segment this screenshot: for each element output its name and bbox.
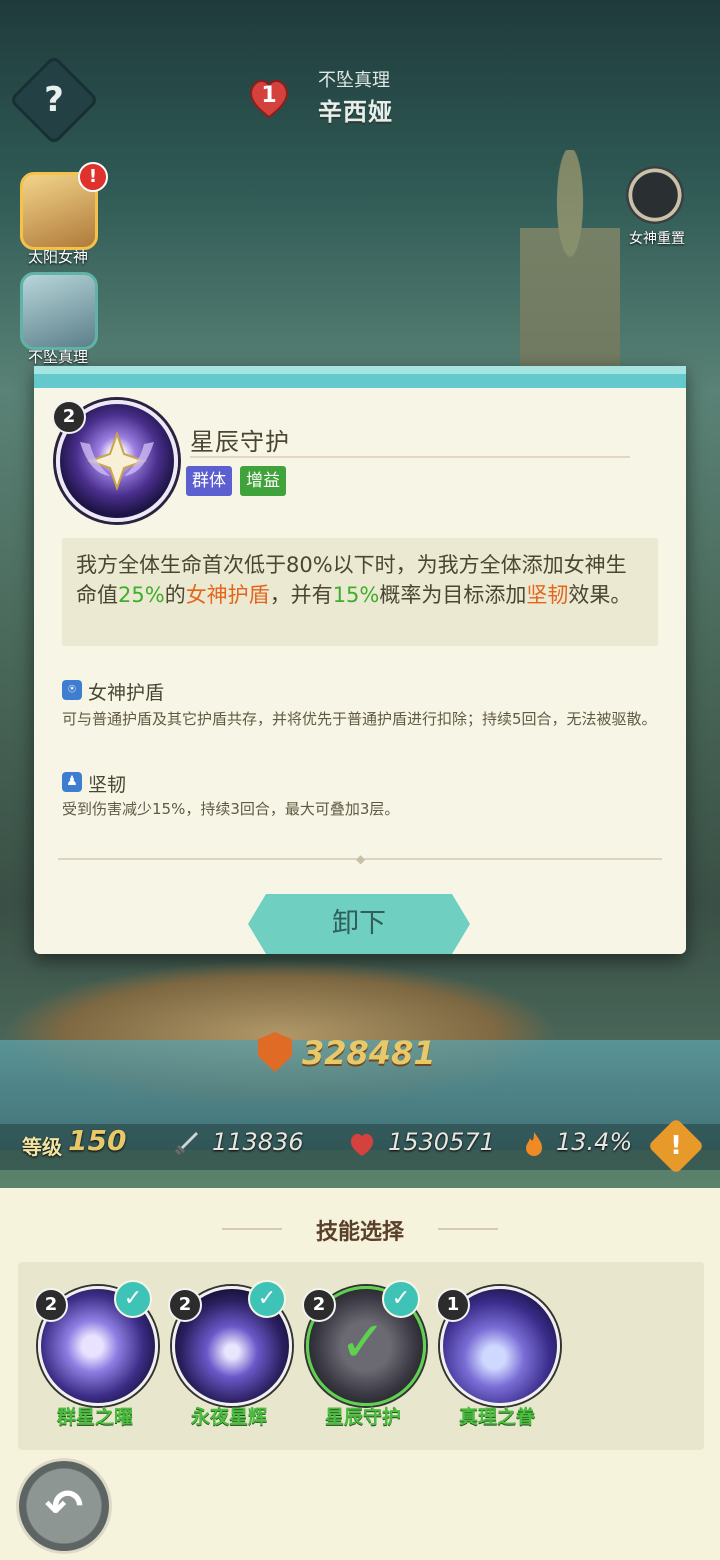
skill-1-level: 2 [34, 1288, 68, 1322]
back-arrow-icon: ↶ [44, 1479, 84, 1533]
power-value: 328481 [302, 1034, 436, 1072]
check-icon: ✓ [382, 1280, 420, 1318]
selected-check-icon: ✓ [339, 1310, 387, 1375]
divider-ornament: ◆ [356, 852, 366, 866]
crit-value: 13.4% [556, 1128, 633, 1156]
flame-icon [526, 1132, 542, 1156]
skill-title: 星辰守护 [190, 428, 290, 456]
heart-counter: 1 [246, 75, 292, 121]
effect-desc-shield: 可与普通护盾及其它护盾共存，并将优先于普通护盾进行扣除；持续5回合，无法被驱散。 [62, 710, 657, 728]
skill-4-level: 1 [436, 1288, 470, 1322]
skill-description: 我方全体生命首次低于80%以下时，为我方全体添加女神生命值25%的女神护盾，并有… [62, 538, 658, 646]
unload-button[interactable]: 卸下 [248, 894, 470, 954]
truth-goddess-avatar[interactable] [20, 272, 98, 350]
sword-icon [174, 1132, 198, 1156]
tag-group: 群体 [186, 466, 232, 496]
check-icon: ✓ [248, 1280, 286, 1318]
goddess-subtitle: 不坠真理 [318, 70, 390, 91]
skill-2-name: 永夜星辉 [190, 1406, 267, 1428]
goddess-name: 辛西娅 [318, 98, 393, 126]
level-label: 等级 [22, 1135, 62, 1159]
skill-4-name: 真理之眷 [458, 1406, 535, 1428]
hp-value: 1530571 [388, 1128, 495, 1156]
tag-buff: 增益 [240, 466, 286, 496]
skill-level-badge: 2 [52, 400, 86, 434]
goddess-reset-button[interactable] [626, 166, 684, 224]
check-icon: ✓ [114, 1280, 152, 1318]
attack-value: 113836 [212, 1128, 304, 1156]
skill-select-title: 技能选择 [315, 1220, 404, 1245]
power-display: 328481 [258, 1030, 448, 1076]
skill-2-level: 2 [168, 1288, 202, 1322]
warning-icon: ! [670, 1131, 682, 1161]
effect-title-shield: 女神护盾 [88, 682, 165, 704]
effect-title-tenacity: 坚韧 [88, 774, 127, 796]
shield-icon [258, 1032, 292, 1072]
question-icon: ? [44, 80, 64, 120]
notification-badge: ! [78, 162, 108, 192]
skill-1-name: 群星之曜 [56, 1406, 133, 1428]
heart-icon [350, 1133, 374, 1156]
skill-3-level: 2 [302, 1288, 336, 1322]
goddess-reset-label: 女神重置 [629, 231, 685, 247]
level-value: 150 [68, 1124, 127, 1157]
heart-count: 1 [261, 83, 277, 108]
back-button[interactable]: ↶ [16, 1458, 112, 1554]
skill-3-name: 星辰守护 [324, 1406, 401, 1428]
shield-effect-icon: ⍟ [62, 680, 82, 700]
effect-desc-tenacity: 受到伤害减少15%，持续3回合，最大可叠加3层。 [62, 800, 400, 818]
sun-goddess-label: 太阳女神 [27, 248, 88, 266]
truth-goddess-label: 不坠真理 [27, 348, 88, 366]
tenacity-effect-icon: ♟ [62, 772, 82, 792]
title-underline [190, 456, 630, 458]
skill-detail-popup: 2 星辰守护 群体 增益 我方全体生命首次低于80%以下时，为我方全体添加女神生… [34, 366, 686, 954]
